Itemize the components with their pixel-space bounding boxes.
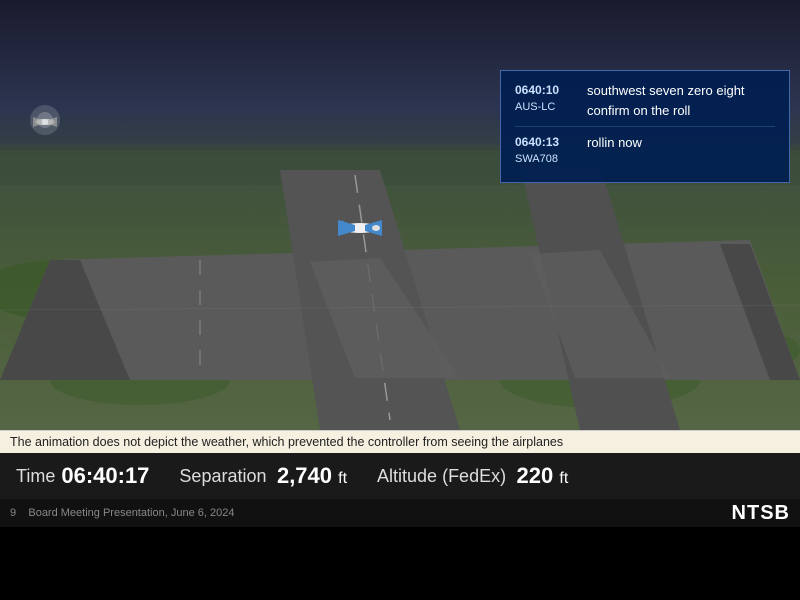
comm-entry-2: 0640:13 SWA708 rollin now <box>515 133 775 168</box>
time-value: 06:40:17 <box>61 463 149 489</box>
comm-time-1: 0640:10 <box>515 81 575 99</box>
altitude-label: Altitude (FedEx) <box>377 466 506 487</box>
footer-bar: 9 Board Meeting Presentation, June 6, 20… <box>0 499 800 527</box>
comm-time-callsign-2: 0640:13 SWA708 <box>515 133 575 168</box>
status-bar: Time 06:40:17 Separation 2,740 ft Altitu… <box>0 453 800 499</box>
comm-entry-1: 0640:10 AUS-LC southwest seven zero eigh… <box>515 81 775 120</box>
comm-callsign-1: AUS-LC <box>515 99 575 116</box>
ntsb-logo: NTSB <box>732 502 790 525</box>
comm-time-2: 0640:13 <box>515 133 575 151</box>
footer-left: 9 Board Meeting Presentation, June 6, 20… <box>10 507 234 519</box>
comm-time-callsign-1: 0640:10 AUS-LC <box>515 81 575 120</box>
disclaimer-text: The animation does not depict the weathe… <box>10 435 563 449</box>
disclaimer-bar: The animation does not depict the weathe… <box>0 430 800 453</box>
comm-overlay: 0640:10 AUS-LC southwest seven zero eigh… <box>500 70 790 183</box>
comm-message-1: southwest seven zero eight confirm on th… <box>587 81 775 120</box>
comm-message-2: rollin now <box>587 133 775 168</box>
slide-number: 9 <box>10 507 16 519</box>
comm-callsign-2: SWA708 <box>515 151 575 168</box>
presentation-name: Board Meeting Presentation, June 6, 2024 <box>28 507 234 519</box>
separation-label: Separation <box>179 466 266 487</box>
separation-value: 2,740 ft <box>277 463 347 489</box>
altitude-value: 220 ft <box>517 463 569 489</box>
simulation-view: 0640:10 AUS-LC southwest seven zero eigh… <box>0 0 800 430</box>
main-container: 0640:10 AUS-LC southwest seven zero eigh… <box>0 0 800 600</box>
runway-scene <box>0 0 800 430</box>
time-label: Time <box>16 466 55 487</box>
comm-divider <box>515 126 775 127</box>
